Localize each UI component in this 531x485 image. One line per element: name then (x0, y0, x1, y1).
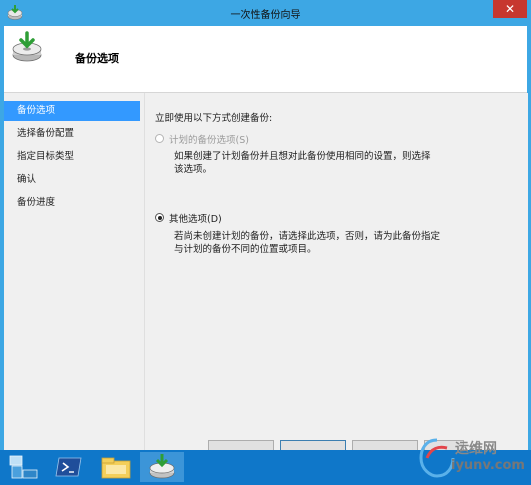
powershell-icon (55, 457, 82, 477)
taskbar-item-file-explorer[interactable] (94, 452, 138, 482)
watermark-text-primary: 运维网 (455, 441, 497, 457)
file-explorer-icon (101, 457, 131, 479)
watermark-text-secondary: iyunv.com (451, 458, 525, 473)
sidebar-item-backup-options[interactable]: 备份选项 (4, 101, 140, 121)
wizard-sidebar: 备份选项 选择备份配置 指定目标类型 确认 备份进度 (4, 93, 144, 450)
wizard-header: 备份选项 (4, 26, 527, 93)
sidebar-item-backup-progress[interactable]: 备份进度 (4, 193, 140, 213)
backup-wizard-icon (149, 454, 175, 479)
scheduled-backup-label[interactable]: 计划的备份选项(S) (169, 132, 249, 146)
taskbar-item-server-manager[interactable] (2, 452, 46, 482)
scheduled-backup-radio[interactable] (155, 134, 164, 143)
taskbar-item-backup-wizard[interactable] (140, 452, 184, 482)
close-button[interactable]: ✕ (493, 0, 527, 18)
other-options-description-line1: 若尚未创建计划的备份，请选择此选项，否则，请为此备份指定 (174, 231, 441, 242)
taskbar-item-powershell[interactable] (48, 452, 92, 482)
other-options-radio[interactable] (155, 213, 164, 222)
title-bar[interactable]: 一次性备份向导 ✕ (0, 0, 531, 26)
other-options-description: 若尚未创建计划的备份，请选择此选项，否则，请为此备份指定 与计划的备份不同的位置… (174, 230, 444, 256)
server-manager-icon (9, 455, 38, 479)
wizard-content: 立即使用以下方式创建备份: 计划的备份选项(S) 如果创建了计划备份并且想对此备… (144, 93, 528, 450)
sidebar-item-confirm[interactable]: 确认 (4, 170, 140, 190)
watermark: 运维网 iyunv.com (417, 436, 527, 480)
wizard-window: 一次性备份向导 ✕ 备份选项 备份选项 选择备份配置 指定目标类型 确认 备份进… (0, 0, 531, 456)
backup-header-icon (12, 31, 42, 62)
scheduled-backup-description-line2: 该选项。 (174, 164, 213, 175)
sidebar-item-destination-type[interactable]: 指定目标类型 (4, 147, 140, 167)
other-options-description-line2: 与计划的备份不同的位置或项目。 (174, 244, 317, 255)
scheduled-backup-description: 如果创建了计划备份并且想对此备份使用相同的设置，则选择 该选项。 (174, 150, 444, 176)
options-prompt: 立即使用以下方式创建备份: (155, 113, 273, 124)
scheduled-backup-description-line1: 如果创建了计划备份并且想对此备份使用相同的设置，则选择 (174, 151, 431, 162)
sidebar-item-select-backup-config[interactable]: 选择备份配置 (4, 124, 140, 144)
page-title: 备份选项 (75, 52, 119, 65)
wizard-client-area: 备份选项 备份选项 选择备份配置 指定目标类型 确认 备份进度 立即使用以下方式… (4, 26, 528, 450)
other-options-label[interactable]: 其他选项(D) (169, 211, 222, 225)
window-title: 一次性备份向导 (230, 10, 301, 21)
